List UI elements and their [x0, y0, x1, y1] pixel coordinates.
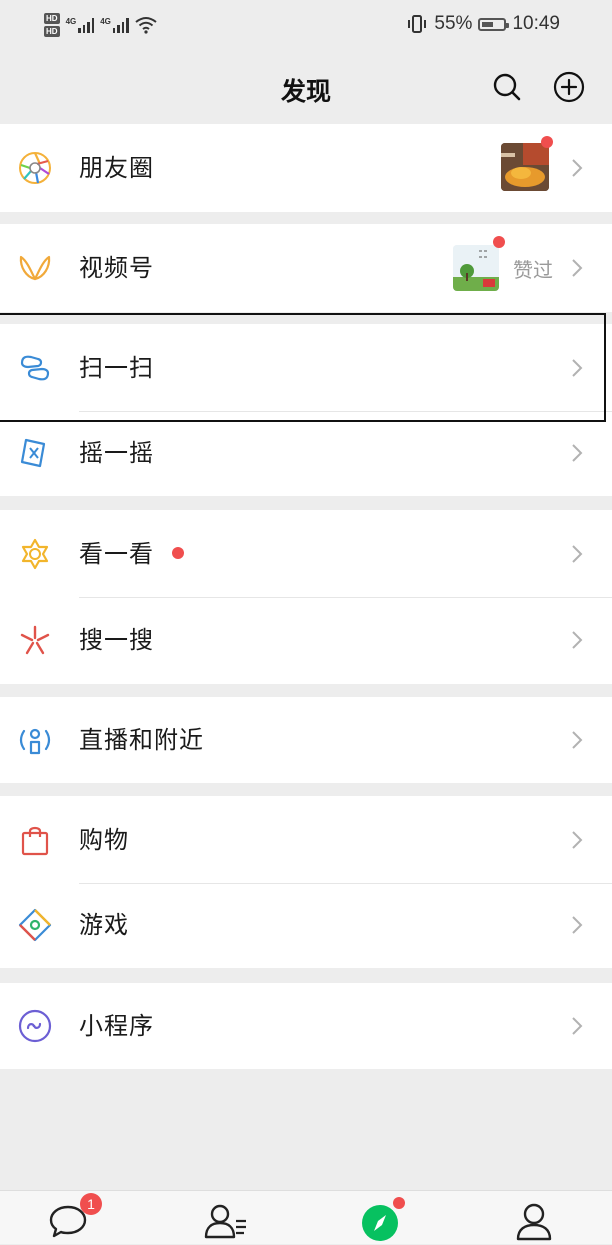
- menu-item-live-nearby[interactable]: 直播和附近: [0, 697, 612, 783]
- channels-red-dot: [493, 236, 505, 248]
- menu-item-label: 购物: [79, 826, 129, 854]
- menu-item-label: 扫一扫: [79, 354, 154, 382]
- discover-red-dot: [393, 1197, 405, 1209]
- menu-item-label: 直播和附近: [79, 726, 204, 754]
- bottom-tab-bar: 1: [0, 1190, 612, 1244]
- tab-discover[interactable]: [360, 1197, 405, 1241]
- moments-red-dot: [541, 136, 553, 148]
- chevron-right-icon: [572, 1017, 583, 1035]
- group-shopping-games: 购物 游戏: [0, 796, 612, 968]
- shopping-bag-icon: [21, 826, 49, 856]
- contacts-icon: [204, 1204, 246, 1239]
- menu-item-channels[interactable]: 视频号 赞过: [0, 224, 612, 312]
- group-moments: 朋友圈: [0, 124, 612, 212]
- top-stories-icon: [21, 538, 49, 570]
- chevron-right-icon: [572, 444, 583, 462]
- group-live: 直播和附近: [0, 697, 612, 783]
- menu-item-moments[interactable]: 朋友圈: [0, 124, 612, 212]
- channels-thumbnail: [453, 245, 499, 291]
- chevron-right-icon: [572, 831, 583, 849]
- menu-item-label: 游戏: [79, 911, 129, 939]
- signal-group: HD HD 4G 4G: [44, 8, 157, 42]
- menu-item-label: 朋友圈: [79, 154, 154, 182]
- add-button[interactable]: [552, 70, 586, 104]
- menu-item-mini-programs[interactable]: 小程序: [0, 983, 612, 1069]
- menu-item-top-stories[interactable]: 看一看: [0, 510, 612, 598]
- battery-icon: [478, 17, 510, 31]
- signal-strength-icon: 4G: [100, 17, 129, 33]
- chevron-right-icon: [572, 259, 583, 277]
- menu-item-label: 看一看: [79, 540, 154, 568]
- search-button[interactable]: [490, 70, 524, 104]
- status-right: 55% 10:49: [406, 12, 560, 36]
- battery-percent: 55%: [434, 13, 473, 34]
- tab-chats[interactable]: 1: [48, 1193, 102, 1241]
- chevron-right-icon: [572, 159, 583, 177]
- menu-item-label: 摇一摇: [79, 439, 154, 467]
- moments-shutter-icon: [19, 152, 51, 184]
- menu-item-label: 小程序: [79, 1012, 154, 1040]
- menu-item-scan[interactable]: 扫一扫: [0, 324, 612, 412]
- channels-liked-text: 赞过: [513, 258, 553, 282]
- vibrate-icon: [408, 15, 427, 33]
- wifi-icon: [135, 17, 157, 34]
- group-channels: 视频号 赞过: [0, 224, 612, 312]
- header: 发现: [0, 50, 612, 124]
- group-stories-search: 看一看 搜一搜: [0, 510, 612, 684]
- menu-item-label: 视频号: [79, 254, 154, 282]
- moments-thumbnail: [501, 143, 549, 191]
- chevron-right-icon: [572, 359, 583, 377]
- unread-badge: 1: [80, 1193, 102, 1215]
- chevron-right-icon: [572, 631, 583, 649]
- network-label: 4G: [65, 17, 77, 26]
- clock: 10:49: [512, 13, 560, 34]
- scan-icon: [20, 355, 50, 381]
- channels-butterfly-icon: [19, 255, 51, 281]
- mini-programs-icon: [18, 1009, 52, 1043]
- menu-item-label: 搜一搜: [79, 626, 154, 654]
- signal-strength-icon: 4G: [66, 17, 95, 33]
- search-icon: [493, 73, 521, 101]
- group-scan-shake: 扫一扫 摇一摇: [0, 324, 612, 496]
- menu-item-search[interactable]: 搜一搜: [0, 598, 612, 684]
- status-bar: HD HD 4G 4G 55% 10:49: [0, 0, 612, 50]
- hd-label: HD: [44, 26, 60, 37]
- chevron-right-icon: [572, 916, 583, 934]
- menu-item-games[interactable]: 游戏: [0, 884, 612, 968]
- menu-item-shake[interactable]: 摇一摇: [0, 412, 612, 496]
- tab-me[interactable]: [514, 1201, 554, 1241]
- shake-icon: [20, 438, 46, 468]
- chevron-right-icon: [572, 731, 583, 749]
- menu-item-shopping[interactable]: 购物: [0, 796, 612, 884]
- group-mini-programs: 小程序: [0, 983, 612, 1069]
- search-star-icon: [20, 625, 50, 655]
- add-circle-icon: [553, 71, 585, 103]
- chevron-right-icon: [572, 545, 583, 563]
- top-stories-red-dot: [172, 547, 184, 559]
- live-nearby-icon: [19, 728, 51, 755]
- games-icon: [18, 908, 52, 942]
- tab-contacts[interactable]: [204, 1201, 246, 1241]
- hd-label: HD: [44, 13, 60, 24]
- network-label: 4G: [100, 17, 111, 26]
- me-icon: [516, 1203, 552, 1241]
